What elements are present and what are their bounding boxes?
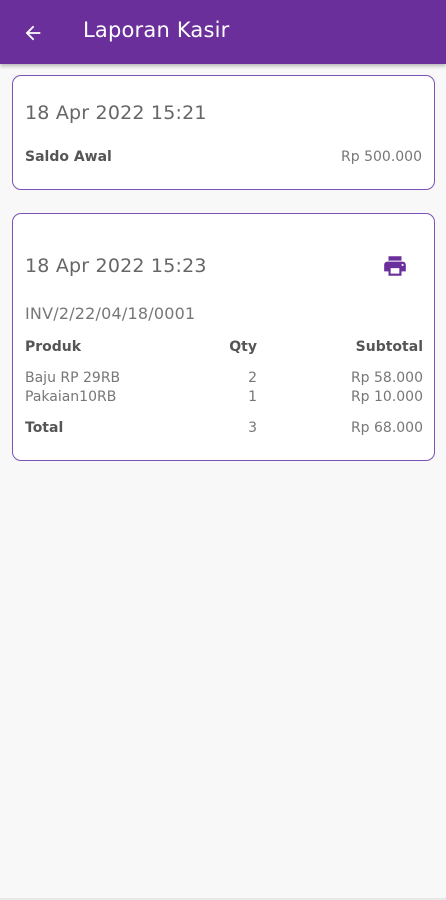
total-row: Total 3 Rp 68.000: [25, 420, 423, 438]
opening-balance-card: 18 Apr 2022 15:21 Saldo Awal Rp 500.000: [12, 75, 435, 190]
page-title: Laporan Kasir: [83, 18, 230, 42]
header-subtotal: Subtotal: [355, 339, 423, 355]
printer-icon: [384, 256, 406, 276]
opening-datetime: 18 Apr 2022 15:21: [25, 102, 207, 124]
table-row: Baju RP 29RB 2 Rp 58.000: [25, 370, 423, 388]
total-qty: 3: [248, 420, 257, 436]
opening-balance-value: Rp 500.000: [341, 149, 422, 165]
header-qty: Qty: [229, 339, 257, 355]
total-label: Total: [25, 420, 64, 436]
header-product: Produk: [25, 339, 82, 355]
print-button[interactable]: [382, 253, 408, 279]
item-qty: 1: [248, 389, 257, 405]
opening-balance-label: Saldo Awal: [25, 149, 112, 165]
item-subtotal: Rp 58.000: [350, 370, 423, 386]
item-subtotal: Rp 10.000: [350, 389, 423, 405]
invoice-number: INV/2/22/04/18/0001: [25, 304, 196, 323]
item-product: Pakaian10RB: [25, 389, 117, 405]
table-row: Pakaian10RB 1 Rp 10.000: [25, 389, 423, 407]
table-header: Produk Qty Subtotal: [25, 339, 423, 357]
item-product: Baju RP 29RB: [25, 370, 121, 386]
transaction-datetime: 18 Apr 2022 15:23: [25, 255, 207, 277]
arrow-left-icon: [25, 25, 41, 41]
item-qty: 2: [248, 370, 257, 386]
transaction-card[interactable]: 18 Apr 2022 15:23 INV/2/22/04/18/0001 Pr…: [12, 213, 435, 461]
back-button[interactable]: [20, 20, 46, 46]
total-subtotal: Rp 68.000: [350, 420, 423, 436]
app-bar: Laporan Kasir: [0, 0, 446, 64]
